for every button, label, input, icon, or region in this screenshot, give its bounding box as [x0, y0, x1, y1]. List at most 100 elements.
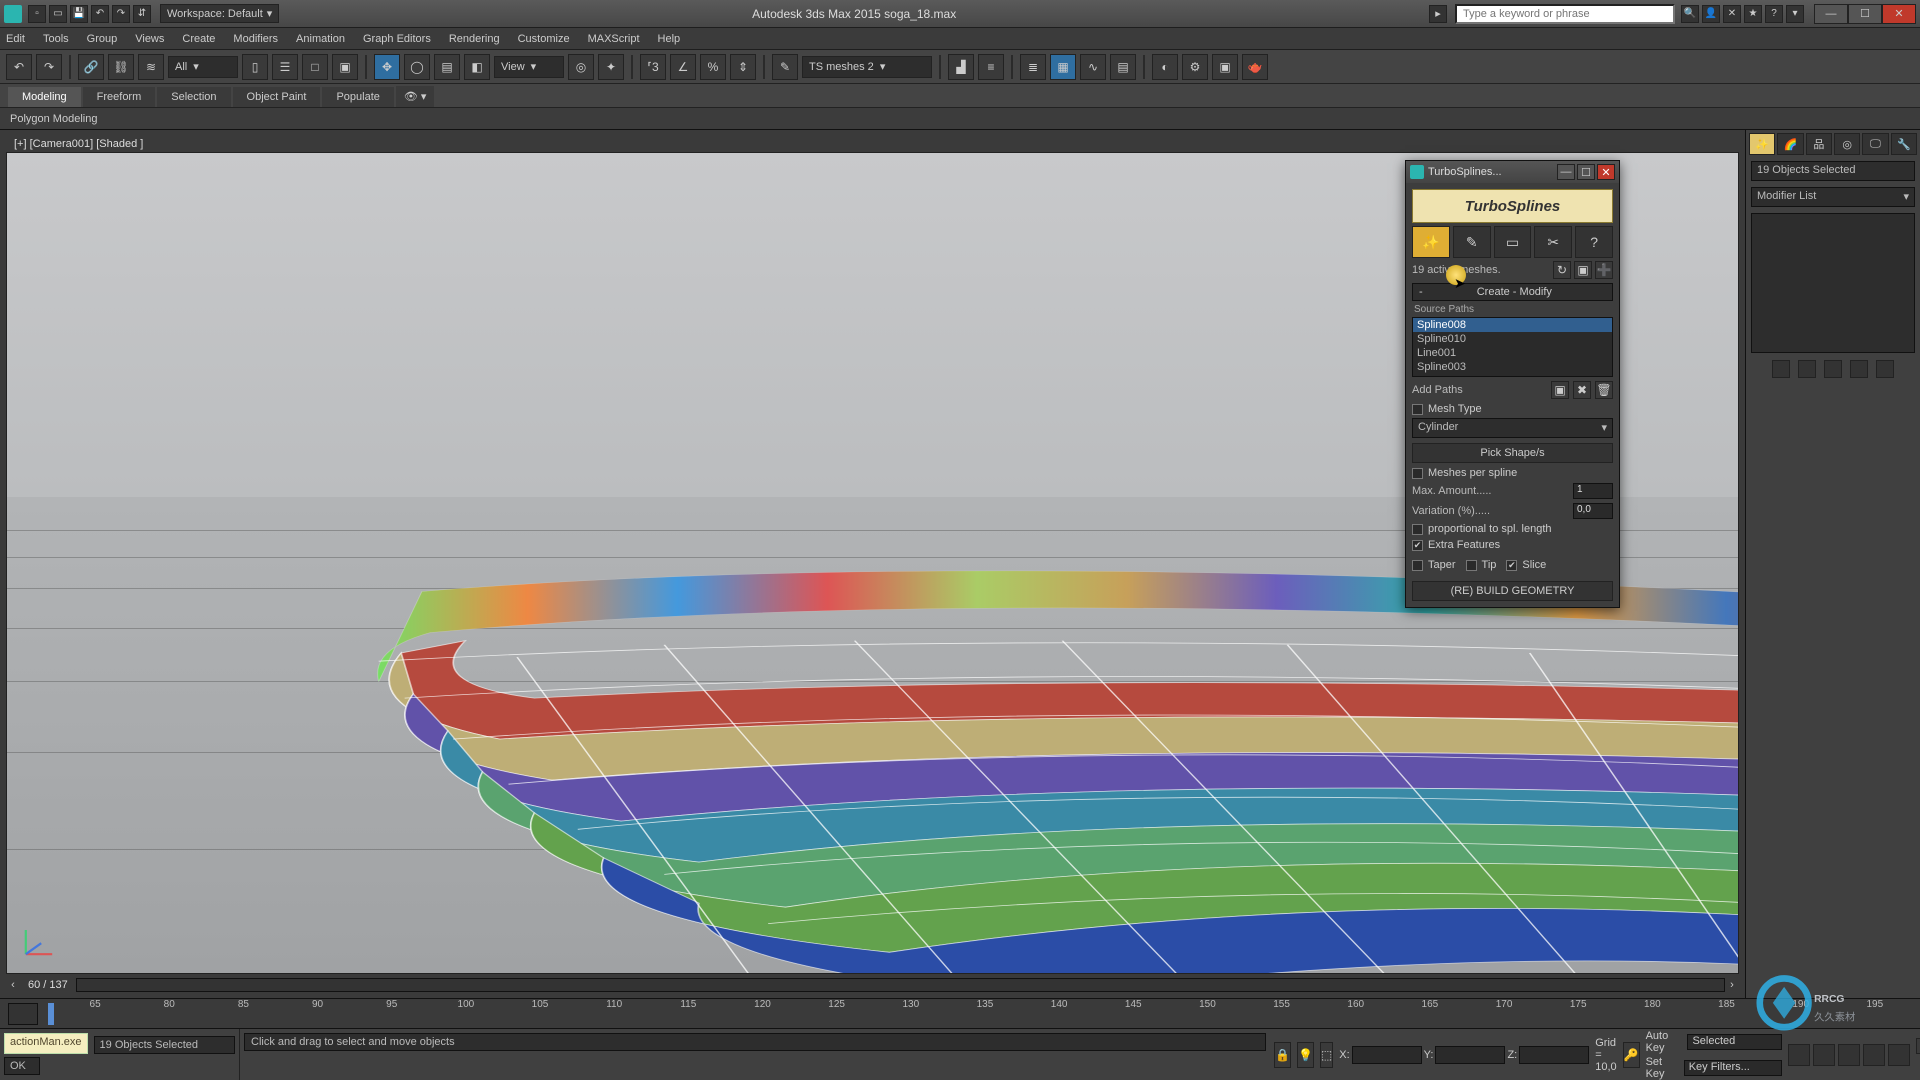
timeline-key-marker[interactable] — [48, 1003, 54, 1025]
viewport-label[interactable]: [+] [Camera001] [Shaded ] — [10, 136, 147, 152]
modify-tab-icon[interactable]: 🌈 — [1777, 133, 1803, 155]
timeline-ruler[interactable]: 6580859095100105110115120125130135140145… — [0, 998, 1920, 1028]
ts-select-icon[interactable]: ▣ — [1574, 261, 1592, 279]
prev-frame-icon[interactable] — [1813, 1044, 1835, 1066]
dialog-titlebar[interactable]: TurboSplines... — ☐ ✕ — [1406, 161, 1619, 183]
rect-select-button[interactable]: □ — [302, 54, 328, 80]
help-search-input[interactable] — [1455, 4, 1675, 24]
mirror-button[interactable]: ▟ — [948, 54, 974, 80]
percent-snap-button[interactable]: % — [700, 54, 726, 80]
make-unique-icon[interactable] — [1824, 360, 1842, 378]
signin-icon[interactable]: 👤 — [1702, 5, 1720, 23]
display-tab-icon[interactable]: 🖵 — [1862, 133, 1888, 155]
curve-editor-button[interactable]: ∿ — [1080, 54, 1106, 80]
search-icon[interactable]: 🔍 — [1681, 5, 1699, 23]
new-icon[interactable]: ▫ — [28, 5, 46, 23]
list-item[interactable]: Spline008 — [1413, 318, 1612, 332]
dialog-minimize-icon[interactable]: — — [1557, 164, 1575, 180]
pin-stack-icon[interactable] — [1772, 360, 1790, 378]
spinner-snap-button[interactable]: ⇕ — [730, 54, 756, 80]
angle-snap-button[interactable]: ∠ — [670, 54, 696, 80]
addpaths-clear-icon[interactable]: 🗑 — [1595, 381, 1613, 399]
pivot-button[interactable]: ◎ — [568, 54, 594, 80]
list-item[interactable]: Line001 — [1413, 346, 1612, 360]
ts-help-icon[interactable]: ? — [1575, 226, 1613, 258]
setkey-button[interactable]: Set Key — [1646, 1056, 1680, 1080]
show-end-result-icon[interactable] — [1798, 360, 1816, 378]
named-sets-dropdown[interactable]: TS meshes 2▾ — [802, 56, 932, 78]
menu-help[interactable]: Help — [658, 33, 681, 45]
x-input[interactable] — [1352, 1046, 1422, 1064]
select-object-button[interactable]: ▯ — [242, 54, 268, 80]
menu-group[interactable]: Group — [87, 33, 118, 45]
minimize-button[interactable]: — — [1814, 4, 1848, 24]
tab-populate[interactable]: Populate — [322, 87, 393, 107]
rebuild-geometry-button[interactable]: (RE) BUILD GEOMETRY — [1412, 581, 1613, 601]
time-slider[interactable]: ‹ 60 / 137 › — [6, 976, 1739, 994]
menu-animation[interactable]: Animation — [296, 33, 345, 45]
meshes-per-spline-check[interactable]: Meshes per spline — [1412, 467, 1613, 479]
utilities-tab-icon[interactable]: 🔧 — [1891, 133, 1917, 155]
menu-modifiers[interactable]: Modifiers — [233, 33, 278, 45]
close-button[interactable]: ✕ — [1882, 4, 1916, 24]
tab-objectpaint[interactable]: Object Paint — [233, 87, 321, 107]
create-tab-icon[interactable]: ✨ — [1749, 133, 1775, 155]
redo-button[interactable]: ↷ — [36, 54, 62, 80]
workspace-dropdown[interactable]: Workspace: Default▾ — [160, 4, 279, 23]
proportional-check[interactable]: proportional to spl. length — [1412, 523, 1613, 535]
window-crossing-button[interactable]: ▣ — [332, 54, 358, 80]
render-frame-button[interactable]: ▣ — [1212, 54, 1238, 80]
addpaths-remove-icon[interactable]: ✖ — [1573, 381, 1591, 399]
autokey-button[interactable]: Auto Key — [1646, 1030, 1684, 1054]
render-setup-button[interactable]: ⚙ — [1182, 54, 1208, 80]
ts-refresh-icon[interactable]: ↻ — [1553, 261, 1571, 279]
manipulate-button[interactable]: ✦ — [598, 54, 624, 80]
timeline-config-icon[interactable] — [8, 1003, 38, 1025]
menu-edit[interactable]: Edit — [6, 33, 25, 45]
dropdown-icon[interactable]: ▾ — [1786, 5, 1804, 23]
dialog-close-icon[interactable]: ✕ — [1597, 164, 1615, 180]
ts-folder-icon[interactable]: ▭ — [1494, 226, 1532, 258]
maximize-button[interactable]: ☐ — [1848, 4, 1882, 24]
undo-icon[interactable]: ↶ — [91, 5, 109, 23]
slice-check[interactable]: ✔Slice — [1506, 559, 1546, 571]
remove-modifier-icon[interactable] — [1850, 360, 1868, 378]
schematic-view-button[interactable]: ▤ — [1110, 54, 1136, 80]
list-item[interactable]: Spline003 — [1413, 360, 1612, 374]
modifier-list-dropdown[interactable]: Modifier List▾ — [1751, 187, 1915, 207]
object-name-field[interactable]: 19 Objects Selected — [1751, 161, 1915, 181]
turbosplines-dialog[interactable]: TurboSplines... — ☐ ✕ TurboSplines ✨ ✎ ▭… — [1405, 160, 1620, 608]
menu-create[interactable]: Create — [182, 33, 215, 45]
goto-end-icon[interactable] — [1888, 1044, 1910, 1066]
add-time-tag[interactable]: Add Time Tag — [1916, 1056, 1920, 1072]
link-icon[interactable]: ⇵ — [133, 5, 151, 23]
lock-icon[interactable]: 🔒 — [1274, 1042, 1291, 1068]
save-icon[interactable]: 💾 — [70, 5, 88, 23]
toggle-ribbon-button[interactable]: ▦ — [1050, 54, 1076, 80]
move-button[interactable]: ✥ — [374, 54, 400, 80]
ts-pencil-icon[interactable]: ✎ — [1453, 226, 1491, 258]
open-icon[interactable]: ▭ — [49, 5, 67, 23]
taper-check[interactable]: Taper — [1412, 559, 1456, 571]
infocenter-toggle-icon[interactable]: ▸ — [1429, 5, 1447, 23]
mesh-type-check[interactable]: Mesh Type — [1412, 403, 1613, 415]
redo-icon[interactable]: ↷ — [112, 5, 130, 23]
select-by-name-button[interactable]: ☰ — [272, 54, 298, 80]
selection-filter-dropdown[interactable]: All▾ — [168, 56, 238, 78]
refcoord-dropdown[interactable]: View▾ — [494, 56, 564, 78]
keyfilters-button[interactable]: Key Filters... — [1684, 1060, 1783, 1076]
goto-start-icon[interactable] — [1788, 1044, 1810, 1066]
hierarchy-tab-icon[interactable]: 品 — [1806, 133, 1832, 155]
slider-track[interactable] — [76, 978, 1725, 992]
tip-check[interactable]: Tip — [1466, 559, 1497, 571]
tab-selection[interactable]: Selection — [157, 87, 230, 107]
ts-add-icon[interactable]: ➕ — [1595, 261, 1613, 279]
named-selection-button[interactable]: ✎ — [772, 54, 798, 80]
menu-tools[interactable]: Tools — [43, 33, 69, 45]
unlink-button[interactable]: ⛓ — [108, 54, 134, 80]
max-amount-input[interactable]: 1 — [1573, 483, 1613, 499]
play-icon[interactable] — [1838, 1044, 1860, 1066]
render-button[interactable]: 🫖 — [1242, 54, 1268, 80]
ribbon-eye-icon[interactable]: 👁 ▾ — [396, 86, 435, 107]
favorite-icon[interactable]: ★ — [1744, 5, 1762, 23]
